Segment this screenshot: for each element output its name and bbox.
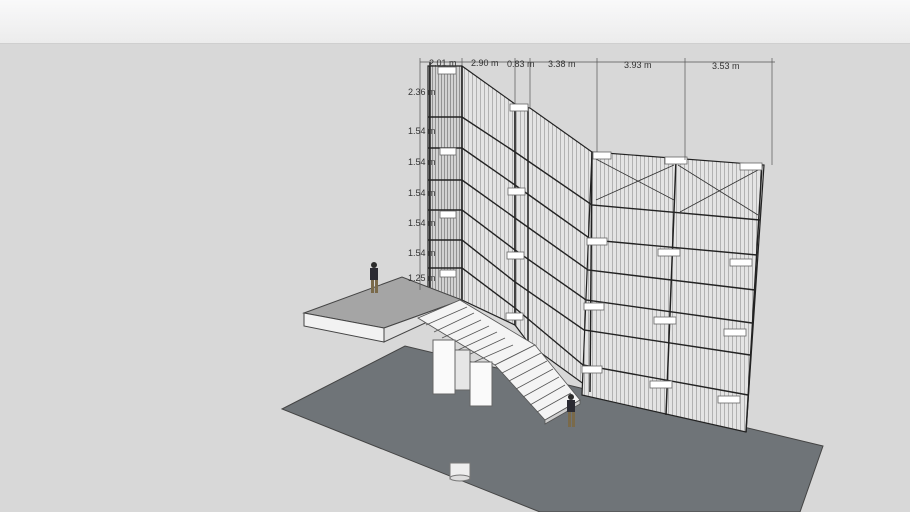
dim-top-2: 0.83 m <box>507 59 535 69</box>
dim-side-1: 1.54 m <box>408 126 436 136</box>
dim-side-3: 1.54 m <box>408 188 436 198</box>
person-figure-upper <box>370 262 378 293</box>
scene-canvas[interactable]: 2.01 m 2.90 m 0.83 m 3.38 m 3.93 m 3.53 … <box>0 0 910 512</box>
dim-side-5: 1.54 m <box>408 248 436 258</box>
modeling-viewport[interactable]: 2.01 m 2.90 m 0.83 m 3.38 m 3.93 m 3.53 … <box>0 0 910 512</box>
dim-side-0: 2.36 m <box>408 87 436 97</box>
dim-side-6: 1.25 m <box>408 273 436 283</box>
dim-top-4: 3.93 m <box>624 60 652 70</box>
dim-side-4: 1.54 m <box>408 218 436 228</box>
dim-top-0: 2.01 m <box>429 58 457 68</box>
dim-top-3: 3.38 m <box>548 59 576 69</box>
dim-side-2: 1.54 m <box>408 157 436 167</box>
top-dimension-labels: 2.01 m 2.90 m 0.83 m 3.38 m 3.93 m 3.53 … <box>429 58 740 71</box>
dim-top-5: 3.53 m <box>712 61 740 71</box>
dim-top-1: 2.90 m <box>471 58 499 68</box>
column-foot-base <box>449 474 471 482</box>
